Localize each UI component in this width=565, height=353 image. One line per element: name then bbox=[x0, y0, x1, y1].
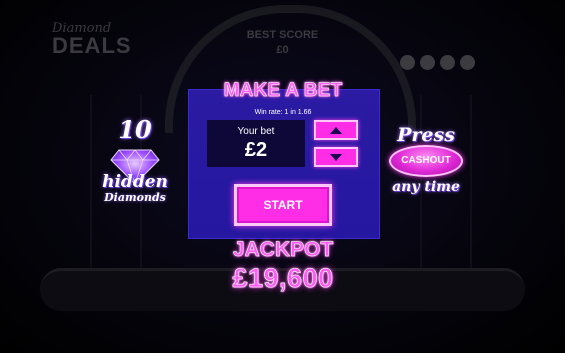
arrow-up-icon bbox=[330, 126, 342, 134]
jackpot-value: £19,600 bbox=[232, 263, 334, 294]
best-score-value: £0 bbox=[276, 43, 289, 56]
background-dot bbox=[460, 55, 475, 70]
background-logo-big: DEALS bbox=[52, 33, 132, 58]
background-dot bbox=[440, 55, 455, 70]
background-logo: Diamond DEALS bbox=[52, 22, 132, 57]
bet-label: Your bet bbox=[237, 126, 275, 137]
jackpot-label: JACKPOT bbox=[232, 238, 334, 262]
bet-display: Your bet £2 bbox=[207, 120, 305, 167]
hidden-diamonds-label: hidden bbox=[102, 172, 168, 192]
win-rate-text: Win rate: 1 in 1.66 bbox=[254, 109, 312, 116]
background-dot bbox=[420, 55, 435, 70]
bg-stripe bbox=[90, 95, 92, 270]
cashout-promo-press: Press bbox=[397, 124, 455, 146]
increase-bet-button[interactable] bbox=[314, 120, 358, 140]
bet-value: £2 bbox=[244, 139, 268, 161]
best-score-label: BEST SCORE bbox=[246, 29, 319, 41]
start-button[interactable]: START bbox=[234, 184, 332, 226]
arrow-down-icon bbox=[330, 153, 342, 161]
decrease-bet-button[interactable] bbox=[314, 147, 358, 167]
bg-stripe bbox=[470, 95, 472, 270]
make-bet-title: MAKE A BET bbox=[223, 80, 343, 102]
cashout-promo: Press CASHOUT any time bbox=[385, 125, 467, 200]
hidden-diamonds-promo: 10 hidden Diamonds bbox=[95, 118, 175, 208]
cashout-badge: CASHOUT bbox=[389, 145, 463, 177]
background-dot bbox=[400, 55, 415, 70]
game-screen: Diamond DEALS BEST SCORE £0 10 hidden Di… bbox=[0, 0, 565, 353]
hidden-diamonds-sublabel: Diamonds bbox=[104, 191, 166, 204]
background-dots bbox=[400, 55, 475, 70]
background-best-score: BEST SCORE £0 bbox=[230, 28, 335, 58]
cashout-promo-tail: any time bbox=[392, 179, 460, 195]
hidden-diamonds-count: 10 bbox=[118, 115, 152, 144]
